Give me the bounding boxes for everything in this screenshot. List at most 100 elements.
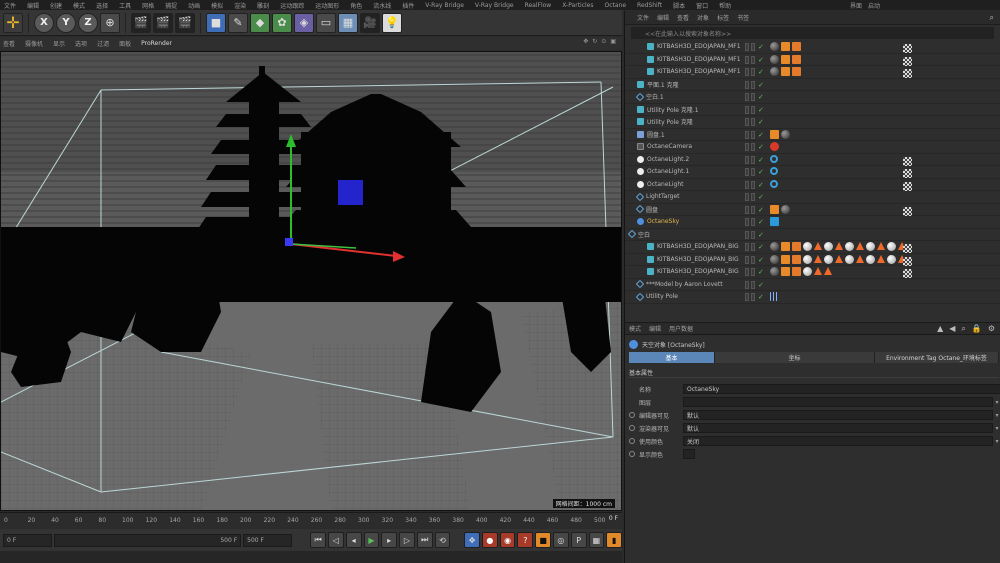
tri-tag-icon[interactable] <box>814 267 822 275</box>
object-row[interactable]: 平面.1 克隆 ✓ <box>625 79 1000 91</box>
cloner-icon[interactable]: ✿ <box>272 12 292 33</box>
enable-check-icon[interactable]: ✓ <box>758 231 764 239</box>
chk-tag-icon[interactable] <box>903 206 912 216</box>
menu-item[interactable]: 脚本 <box>673 1 685 10</box>
ring-tag-icon[interactable] <box>770 154 778 163</box>
tri-tag-icon[interactable] <box>835 242 843 250</box>
render-visibility-dot[interactable] <box>751 280 755 289</box>
tri-tag-icon[interactable] <box>814 242 822 250</box>
enable-check-icon[interactable]: ✓ <box>758 43 764 51</box>
menu-item[interactable]: 插件 <box>402 1 414 10</box>
camera-icon[interactable]: 🎥 <box>360 12 380 33</box>
enable-check-icon[interactable]: ✓ <box>758 168 764 176</box>
menu-item[interactable]: 捕捉 <box>165 1 177 10</box>
menu-item[interactable]: 网格 <box>142 1 154 10</box>
editor-visibility-dot[interactable] <box>745 43 749 51</box>
layout-value[interactable]: 启动 <box>868 1 880 10</box>
preview-range-slider[interactable]: 500 F <box>54 533 242 547</box>
viewport-menu-item[interactable]: ProRender <box>141 40 172 47</box>
editor-visibility-dot[interactable] <box>745 218 749 226</box>
menu-item[interactable]: 选择 <box>96 1 108 10</box>
render-visibility-dot[interactable] <box>751 93 755 101</box>
mat-tag-icon[interactable] <box>770 67 779 76</box>
visibility-dots[interactable] <box>745 68 755 76</box>
visibility-dots[interactable] <box>745 193 755 201</box>
key-selection-icon[interactable]: ? <box>517 532 534 548</box>
chk-tag-icon[interactable] <box>903 56 912 66</box>
render-visibility-dot[interactable] <box>751 118 755 126</box>
editor-visibility-dot[interactable] <box>745 155 749 164</box>
object-row[interactable]: KITBASH3D_EDOJAPAN_BIG ✓ <box>625 266 1000 279</box>
next-frame-icon[interactable]: ▸ <box>381 532 398 548</box>
orange-tag-icon[interactable] <box>781 42 790 51</box>
loop-icon[interactable]: ⟲ <box>434 532 451 548</box>
object-row[interactable]: Utility Pole 克隆.1 ✓ <box>625 104 1000 116</box>
render-picture-viewer-icon[interactable]: 🎬 <box>153 12 173 33</box>
render-visibility-dot[interactable] <box>751 155 755 164</box>
attribute-value[interactable]: 默认 <box>683 423 993 433</box>
oct-tag-icon[interactable] <box>792 67 801 76</box>
object-row[interactable]: 圆盘.1 ✓ <box>625 129 1000 141</box>
ring-tag-icon[interactable] <box>770 167 778 175</box>
viewport-menu-item[interactable]: 显示 <box>53 39 65 48</box>
menu-item[interactable]: 模拟 <box>211 1 223 10</box>
x-axis-toggle[interactable]: X <box>34 12 54 33</box>
editor-visibility-dot[interactable] <box>745 118 749 126</box>
mat2-tag-icon[interactable] <box>803 267 812 276</box>
blue-tag-icon[interactable] <box>770 217 779 226</box>
visibility-dots[interactable] <box>745 93 755 101</box>
viewport-menu-item[interactable]: 摄像机 <box>25 39 43 48</box>
attribute-value[interactable]: OctaneSky <box>683 384 1000 394</box>
object-row[interactable]: 空白.1 ✓ <box>625 91 1000 104</box>
oct-tag-icon[interactable] <box>792 254 801 264</box>
editor-visibility-dot[interactable] <box>745 105 749 114</box>
editor-visibility-dot[interactable] <box>745 168 749 176</box>
visibility-dots[interactable] <box>745 280 755 289</box>
visibility-dots[interactable] <box>745 268 755 276</box>
render-visibility-dot[interactable] <box>751 68 755 76</box>
rotate-view-icon[interactable]: ↻ <box>592 38 597 45</box>
move-key-icon[interactable]: ✥ <box>464 532 480 548</box>
render-visibility-dot[interactable] <box>751 230 755 239</box>
enable-check-icon[interactable]: ✓ <box>758 56 764 64</box>
object-row[interactable]: KITBASH3D_EDOJAPAN_MF1 ✓ <box>625 41 1000 54</box>
chk-tag-icon[interactable] <box>903 169 912 178</box>
visibility-dots[interactable] <box>745 230 755 239</box>
mat2-tag-icon[interactable] <box>866 254 875 264</box>
dropdown-arrow-icon[interactable]: ▾ <box>993 399 1000 406</box>
menu-item[interactable]: 运动跟踪 <box>280 1 304 10</box>
mat2-tag-icon[interactable] <box>803 254 812 264</box>
oct-tag-icon[interactable] <box>792 267 801 276</box>
record-icon[interactable]: ● <box>481 532 498 548</box>
visibility-dots[interactable] <box>745 218 755 226</box>
editor-visibility-dot[interactable] <box>745 80 749 89</box>
floor-icon[interactable]: ▭ <box>316 12 336 33</box>
object-row[interactable]: OctaneLight ✓ <box>625 179 1000 191</box>
render-visibility-dot[interactable] <box>751 105 755 114</box>
start-frame-field[interactable]: 0 F <box>3 533 53 547</box>
render-visibility-dot[interactable] <box>751 130 755 139</box>
back-arrow-icon[interactable]: ◀ <box>949 324 955 334</box>
editor-visibility-dot[interactable] <box>745 93 749 101</box>
animate-radio[interactable] <box>629 438 635 444</box>
cube-object-icon[interactable]: ■ <box>206 12 226 33</box>
enable-check-icon[interactable]: ✓ <box>758 206 764 214</box>
chk-tag-icon[interactable] <box>903 156 912 166</box>
viewport-menu-item[interactable]: 过滤 <box>97 39 109 48</box>
orange-tag-icon[interactable] <box>770 129 779 139</box>
move-tool-icon[interactable]: ✛ <box>3 12 23 33</box>
object-row[interactable]: LightTarget ✓ <box>625 191 1000 204</box>
object-row[interactable]: OctaneLight.2 ✓ <box>625 154 1000 166</box>
menu-item[interactable]: 角色 <box>350 1 362 10</box>
orange-tag-icon[interactable] <box>781 267 790 276</box>
mat-tag-icon[interactable] <box>770 42 779 51</box>
oct-tag-icon[interactable] <box>792 54 801 64</box>
prev-key-icon[interactable]: ◁ <box>327 532 344 548</box>
key-rotation-icon[interactable]: ◎ <box>553 532 569 548</box>
search-icon[interactable]: ⌕ <box>990 13 994 23</box>
chk-tag-icon[interactable] <box>903 181 912 191</box>
editor-visibility-dot[interactable] <box>745 243 749 251</box>
menu-item[interactable]: 流水线 <box>373 1 391 10</box>
menu-item[interactable]: RedShift <box>637 2 662 9</box>
orange-tag-icon[interactable] <box>770 204 779 214</box>
